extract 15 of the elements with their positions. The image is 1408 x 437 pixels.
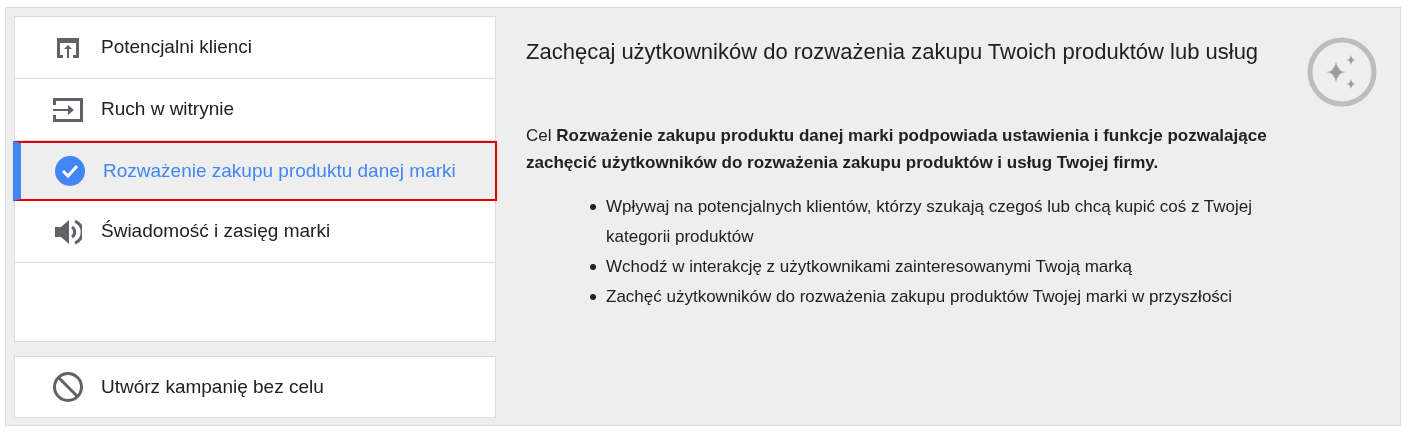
no-goal-button[interactable]: Utwórz kampanię bez celu — [14, 356, 496, 418]
bullet-icon — [590, 264, 596, 270]
goal-title: Zachęcaj użytkowników do rozważenia zakupu Twoich produktów lub usług — [526, 38, 1260, 66]
benefit-text: Wchodź w interakcję z użytkownikami zainteresowanymi Twoją marką — [606, 256, 1132, 278]
bullet-icon — [590, 294, 596, 300]
prohibited-icon — [52, 371, 84, 403]
goal-description: Cel Rozważenie zakupu produktu danej marki podpowiada ustawienia i funkcje pozwalające zachęcić użytkowników do rozważenia zakupu produktów i usług Twojej firmy. — [526, 125, 1268, 174]
arrow-into-box-icon — [51, 95, 85, 124]
benefit-text: Wpływaj na potencjalnych klientów, którzy szukają czegoś lub chcą kupić coś z Twojej kategorii produktów — [606, 196, 1253, 248]
upload-icon — [54, 35, 82, 60]
bullet-icon — [590, 204, 596, 210]
speaker-icon — [54, 218, 82, 245]
sparkle-icon — [1306, 36, 1378, 108]
benefit-text: Zachęć użytkowników do rozważenia zakupu produktów Twojej marki w przyszłości — [606, 286, 1233, 308]
check-circle-icon — [55, 156, 85, 186]
